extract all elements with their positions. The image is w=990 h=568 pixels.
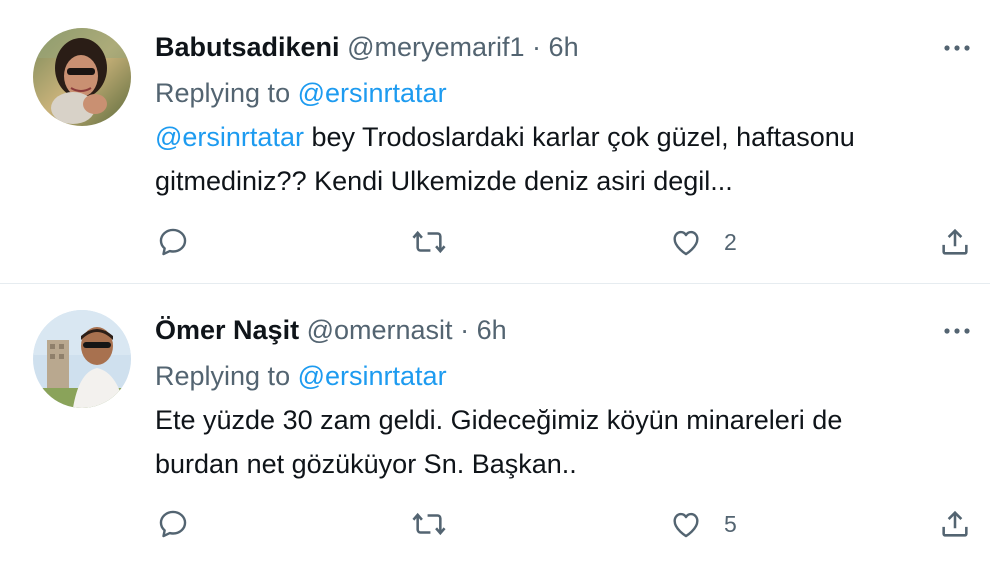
tweet-text: @ersinrtatar bey Trodoslardaki karlar ço… [155, 115, 955, 203]
share-icon [942, 510, 968, 537]
replying-to-mention[interactable]: @ersinrtatar [298, 78, 447, 108]
body-line-1: bey Trodoslardaki karlar çok güzel, haft… [303, 122, 855, 152]
more-icon[interactable] [942, 321, 972, 341]
reply-icon [159, 510, 187, 538]
retweet-icon [412, 512, 446, 536]
tweet-text: Ete yüzde 30 zam geldi. Gideceğimiz köyü… [155, 398, 955, 486]
avatar[interactable] [33, 310, 131, 408]
body-line-2: gitmediniz?? Kendi Ulkemizde deniz asiri… [155, 166, 733, 196]
like-count: 2 [724, 228, 737, 255]
like-icon [673, 230, 699, 256]
retweet-button[interactable] [410, 222, 448, 262]
replying-to-mention[interactable]: @ersinrtatar [298, 361, 447, 391]
like-icon [673, 512, 699, 538]
tweet-header: Babutsadikeni @meryemarif1 · 6h [155, 30, 579, 64]
tweet-header: Ömer Naşit @omernasit · 6h [155, 313, 507, 347]
like-button[interactable]: 2 [668, 222, 737, 262]
retweet-icon [412, 230, 446, 254]
avatar[interactable] [33, 28, 131, 126]
replying-to: Replying to @ersinrtatar [155, 359, 447, 393]
timestamp[interactable]: 6h [549, 32, 579, 62]
body-line-1: Ete yüzde 30 zam geldi. Gideceğimiz köyü… [155, 405, 843, 435]
replying-to-label: Replying to [155, 78, 291, 108]
timestamp[interactable]: 6h [477, 315, 507, 345]
share-button[interactable] [938, 222, 972, 262]
body-mention[interactable]: @ersinrtatar [155, 122, 304, 152]
share-button[interactable] [938, 504, 972, 544]
like-button[interactable]: 5 [668, 504, 737, 544]
separator-dot: · [532, 32, 542, 62]
reply-button[interactable] [156, 222, 190, 262]
tweet[interactable]: Babutsadikeni @meryemarif1 · 6h Replying… [0, 0, 990, 284]
retweet-button[interactable] [410, 504, 448, 544]
replying-to-label: Replying to [155, 361, 291, 391]
reply-icon [159, 228, 187, 256]
user-handle[interactable]: @omernasit [307, 315, 453, 345]
like-count: 5 [724, 510, 737, 537]
more-icon[interactable] [942, 38, 972, 58]
replying-to: Replying to @ersinrtatar [155, 76, 447, 110]
separator-dot: · [460, 315, 470, 345]
body-line-2: burdan net gözüküyor Sn. Başkan.. [155, 449, 577, 479]
action-bar: 2 [0, 222, 990, 262]
display-name[interactable]: Babutsadikeni [155, 32, 340, 62]
share-icon [942, 228, 968, 255]
reply-button[interactable] [156, 504, 190, 544]
user-handle[interactable]: @meryemarif1 [347, 32, 524, 62]
display-name[interactable]: Ömer Naşit [155, 315, 299, 345]
tweet[interactable]: Ömer Naşit @omernasit · 6h Replying to @… [0, 285, 990, 568]
action-bar: 5 [0, 504, 990, 544]
